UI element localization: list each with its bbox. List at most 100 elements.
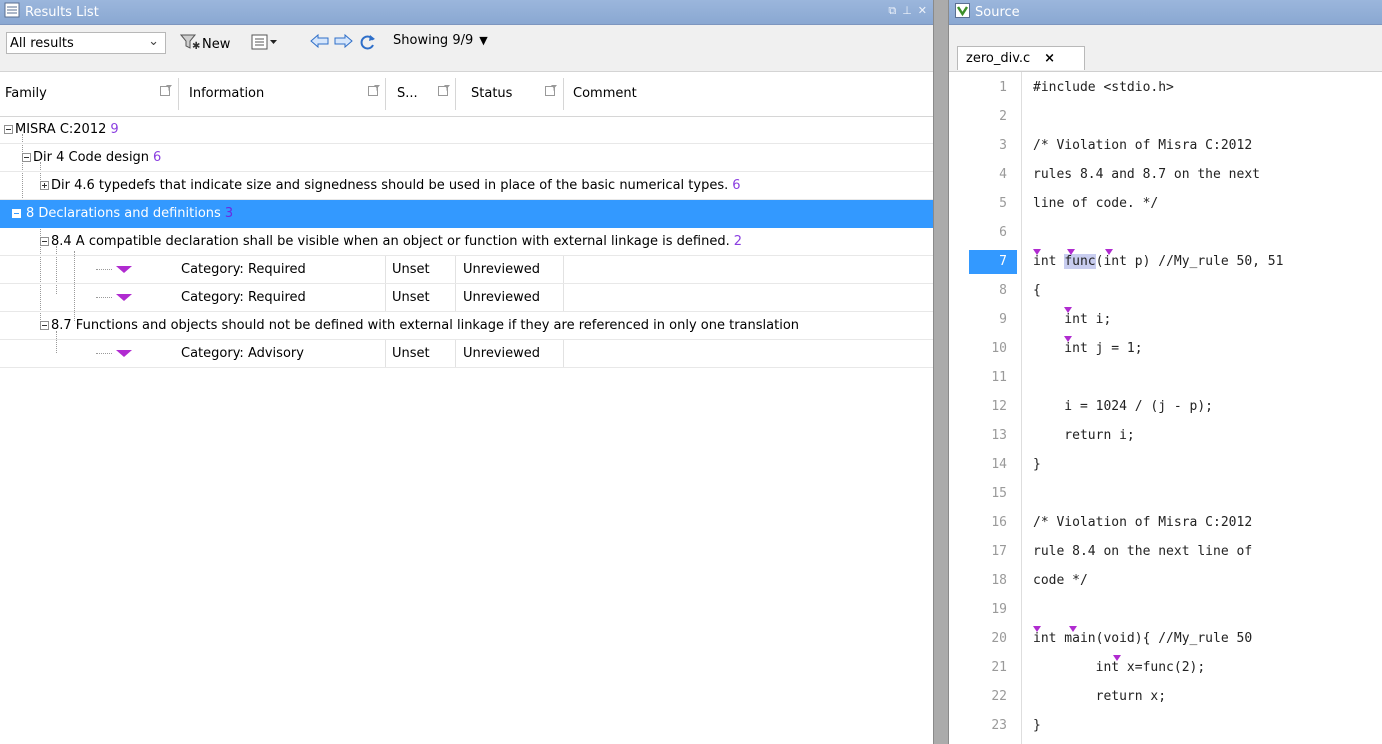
cell-information: Category: Required [181,262,306,277]
showing-label: Showing 9/9 [393,33,474,48]
code-line: 4 rules 8.4 and 8.7 on the next [949,161,1382,190]
close-icon[interactable]: ✕ [918,4,927,18]
results-list-titlebar: Results List ⧉ ⊥ ✕ [0,0,933,25]
code-line: 6 [949,219,1382,248]
line-number: 18 [991,573,1007,588]
line-number: 8 [999,283,1007,298]
code-segment: (int p) //My_rule 50, 51 [1095,254,1284,269]
result-count: 6 [732,178,741,193]
line-number: 4 [999,167,1007,182]
result-count: 3 [224,206,234,221]
result-count: 6 [153,150,162,165]
table-row[interactable]: Category: Required Unset Unreviewed [0,256,933,284]
showing-dropdown[interactable]: Showing 9/9 ▼ [393,33,488,48]
line-text: int main(void){ //My_rule 50 [1033,631,1253,646]
table-row[interactable]: Category: Advisory Unset Unreviewed [0,340,933,368]
tree-row-rule87[interactable]: 8.7 Functions and objects should not be … [0,312,933,340]
new-filter-button[interactable]: ✱ New [179,33,230,55]
refresh-button[interactable] [358,33,378,55]
line-number: 5 [999,196,1007,211]
line-text: line of code. */ [1033,196,1159,211]
code-line: 13 return i; [949,422,1382,451]
defect-marker-icon [116,294,132,301]
tree-row-misra[interactable]: MISRA C:2012 9 [0,116,933,144]
result-count: 2 [733,234,742,249]
column-filter-icon[interactable] [160,84,173,97]
line-number: 13 [991,428,1007,443]
list-view-button[interactable] [251,33,279,55]
tree-row-rule8[interactable]: 8 Declarations and definitions 3 [0,200,933,228]
code-editor[interactable]: 1 #include <stdio.h> 2 3/* Violation of Mis… [949,72,1382,744]
defect-marker-icon[interactable] [1067,249,1075,255]
collapse-icon[interactable] [40,321,49,330]
next-button[interactable] [333,33,353,53]
code-line: 2 [949,103,1382,132]
line-number: 11 [991,370,1007,385]
defect-marker-icon[interactable] [1064,307,1072,313]
column-severity[interactable]: S... [397,86,418,101]
line-number: 23 [991,718,1007,733]
grid-line [563,284,564,311]
column-status[interactable]: Status [471,86,512,101]
tree-row-rule84[interactable]: 8.4 A compatible declaration shall be vi… [0,228,933,256]
source-titlebar: Source [949,0,1382,25]
highlighted-token[interactable]: func [1064,254,1096,269]
table-row[interactable]: Category: Required Unset Unreviewed [0,284,933,312]
restore-icon[interactable]: ⧉ [888,4,896,18]
collapse-icon[interactable] [4,125,13,134]
defect-marker-icon[interactable] [1033,249,1041,255]
collapse-icon[interactable] [22,153,31,162]
code-line: 22 return x; [949,683,1382,712]
code-line: 9 int i; [949,306,1382,335]
column-separator[interactable] [385,78,386,110]
expand-icon[interactable] [40,181,49,190]
defect-marker-icon[interactable] [1105,249,1113,255]
code-line: 18 code */ [949,567,1382,596]
line-number: 10 [991,341,1007,356]
code-line: 14} [949,451,1382,480]
code-line: 10 int j = 1; [949,335,1382,364]
column-filter-icon[interactable] [368,84,381,97]
tree-row-dir4[interactable]: Dir 4 Code design 6 [0,144,933,172]
previous-button[interactable] [310,33,330,53]
pin-icon[interactable]: ⊥ [902,4,912,18]
cell-information: Category: Advisory [181,346,304,361]
collapse-icon[interactable] [40,237,49,246]
column-filter-icon[interactable] [545,84,558,97]
column-information[interactable]: Information [189,86,264,101]
grid-line [455,340,456,367]
code-line: 3 /* Violation of Misra C:2012 [949,132,1382,161]
close-tab-icon[interactable]: × [1044,51,1055,66]
line-text: } [1033,718,1041,733]
result-count: 9 [110,122,119,137]
code-line: 12 i = 1024 / (j - p); [949,393,1382,422]
results-filter-select[interactable]: All results ⌄ [6,32,166,54]
results-tree: MISRA C:2012 9 Dir 4 Code design 6 Dir 4… [0,116,933,368]
line-number: 1 [999,80,1007,95]
grid-line [385,256,386,283]
line-text: { [1033,283,1041,298]
column-filter-icon[interactable] [438,84,451,97]
defect-marker-icon[interactable] [1113,655,1121,661]
defect-marker-icon[interactable] [1069,626,1077,632]
column-separator[interactable] [178,78,179,110]
cell-information: Category: Required [181,290,306,305]
column-separator[interactable] [563,78,564,110]
chevron-down-icon: ⌄ [148,34,159,49]
code-line: 21 int x=func(2); [949,654,1382,683]
cell-status: Unreviewed [463,262,540,277]
column-separator[interactable] [455,78,456,110]
column-comment[interactable]: Comment [573,86,637,101]
tab-zero-div[interactable]: zero_div.c × [957,46,1085,70]
code-line: 19 [949,596,1382,625]
tree-connector [96,353,112,354]
code-line: 5 line of code. */ [949,190,1382,219]
tree-label: Dir 4.6 typedefs that indicate size and … [51,178,729,193]
line-text: } [1033,457,1041,472]
collapse-icon[interactable] [12,209,21,218]
defect-marker-icon[interactable] [1064,336,1072,342]
defect-marker-icon[interactable] [1033,626,1041,632]
tree-row-dir46[interactable]: Dir 4.6 typedefs that indicate size and … [0,172,933,200]
svg-text:✱: ✱ [192,41,200,51]
column-family[interactable]: Family [5,86,47,101]
